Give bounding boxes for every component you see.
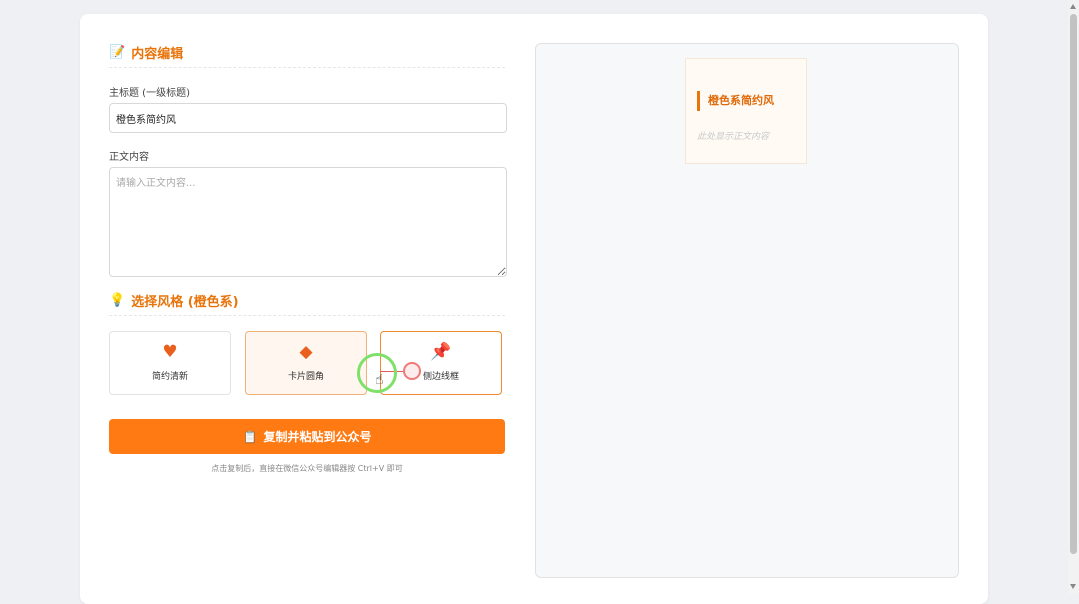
click-indicator xyxy=(403,362,421,380)
hand-cursor-icon: ☝ xyxy=(375,372,384,388)
scroll-down-icon[interactable] xyxy=(1070,584,1076,589)
style-option-label: 简约清新 xyxy=(151,372,188,382)
title-field-label: 主标题 (一级标题) xyxy=(109,88,190,99)
body-textarea[interactable] xyxy=(109,167,507,277)
content-editor-heading: 📝 内容编辑 xyxy=(109,43,183,62)
copy-hint: 点击复制后，直接在微信公众号编辑器按 Ctrl+V 即可 xyxy=(211,464,403,473)
title-input[interactable] xyxy=(109,103,507,133)
style-option-label: 侧边线框 xyxy=(422,372,459,382)
copy-button[interactable]: 📋 复制并粘贴到公众号 xyxy=(109,419,505,454)
style-option-card[interactable]: ◆ 卡片圆角 xyxy=(245,331,367,395)
style-option-sideline[interactable]: 📌 侧边线框 xyxy=(380,331,502,395)
lightbulb-icon: 💡 xyxy=(109,293,126,308)
scrollbar-thumb[interactable] xyxy=(1070,14,1077,554)
memo-icon: 📝 xyxy=(109,45,126,60)
divider xyxy=(109,315,505,316)
style-option-simple[interactable]: ♥ 简约清新 xyxy=(109,331,231,395)
preview-title: 橙色系简约风 xyxy=(697,91,774,111)
copy-button-label: 复制并粘贴到公众号 xyxy=(263,430,372,444)
preview-document: 橙色系简约风 此处显示正文内容 xyxy=(685,58,807,164)
style-heading: 💡 选择风格 (橙色系) xyxy=(109,291,239,310)
preview-body: 此处显示正文内容 xyxy=(697,132,770,142)
page: 📝 内容编辑 主标题 (一级标题) 正文内容 💡 选择风格 (橙色系) ♥ 简约… xyxy=(0,0,1079,604)
style-option-label: 卡片圆角 xyxy=(287,372,324,382)
clipboard-icon: 📋 xyxy=(242,429,258,444)
scroll-up-icon[interactable] xyxy=(1070,4,1076,9)
content-editor-title: 内容编辑 xyxy=(131,47,184,62)
style-title: 选择风格 (橙色系) xyxy=(131,295,239,310)
heart-icon: ♥ xyxy=(162,342,178,362)
divider xyxy=(109,67,505,68)
diamond-icon: ◆ xyxy=(299,342,313,362)
body-field-label: 正文内容 xyxy=(109,152,149,163)
page-scrollbar[interactable] xyxy=(1068,0,1079,594)
pushpin-icon: 📌 xyxy=(430,342,452,362)
